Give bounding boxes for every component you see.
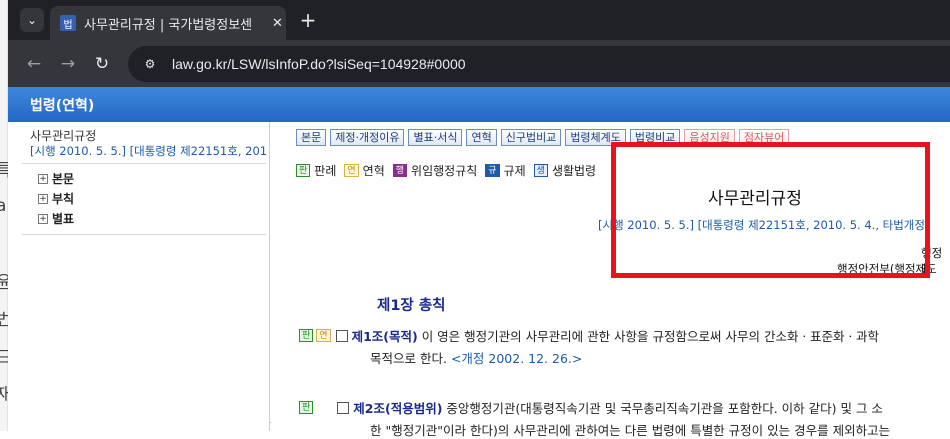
regulation-badge-icon: 규 [485,164,500,177]
sidebar-law-name[interactable]: 사무관리규정 [30,127,96,144]
legend-label: 생활법령 [551,164,597,178]
site-info-icon[interactable]: ⚙ [140,54,160,74]
forward-arrow-icon[interactable]: → [56,52,80,76]
precedent-badge-icon[interactable]: 판 [299,401,314,414]
tree-item-tables[interactable]: + 별표 [38,210,74,227]
law-content: 본문 제정·개정이유 별표·서식 연혁 신구법비교 법령체계도 법령비교 음성지… [271,122,950,438]
page-header: 법령(연혁) [8,87,950,122]
url-text[interactable]: law.go.kr/LSW/lsInfoP.do?lsiSeq=104928#0… [172,56,466,72]
btn-tables-forms[interactable]: 별표·서식 [408,129,463,146]
highlight-box [611,142,930,278]
tree-item-main-text[interactable]: + 본문 [38,170,74,187]
tree-item-addenda[interactable]: + 부칙 [38,190,74,207]
expand-icon[interactable]: + [38,193,48,204]
page-title: 법령(연혁) [30,98,95,114]
living-law-badge-icon: 생 [533,164,548,177]
address-bar[interactable]: ⚙ law.go.kr/LSW/lsInfoP.do?lsiSeq=104928… [128,46,950,82]
article-text: 중앙행정기관(대통령직속기관 및 국무총리직속기관을 포함한다. 이하 같다) … [446,401,883,416]
tree-item-label: 별표 [52,212,75,226]
btn-history[interactable]: 연혁 [466,129,497,146]
expand-icon[interactable]: + [38,213,48,224]
site-favicon-icon: 법 [60,15,76,31]
article-continuation: 한 "행정기관"이라 한다)의 사무관리에 관하여는 다른 법령에 특별한 규정… [370,420,890,439]
legend-label: 규제 [503,164,526,178]
article-row: 판 연 제1조(목적) 이 영은 행정기관의 사무관리에 관한 사항을 규정함으… [299,326,879,345]
browser-tab-active[interactable]: 법 사무관리규정 | 국가법령정보센 ✕ [50,6,286,40]
btn-main-text[interactable]: 본문 [296,129,327,146]
chevron-down-icon: ⌄ [26,13,38,27]
tree-item-label: 부칙 [52,192,75,206]
back-arrow-icon[interactable]: ← [22,52,46,76]
legend-label: 판례 [314,164,337,178]
tree-item-label: 본문 [52,172,75,186]
browser-toolbar: ← → ↻ ⚙ law.go.kr/LSW/lsInfoP.do?lsiSeq=… [8,40,950,87]
divider [22,234,266,235]
article-continuation: 목적으로 한다. <개정 2002. 12. 26.> [370,348,582,367]
bg-glyph: l [0,232,1,252]
legend-label: 연혁 [362,164,385,178]
article-heading[interactable]: 제2조(적용범위) [353,398,442,417]
legend: 판 판례 연 연혁 행 위임행정규칙 규 규제 생 생활법령 [296,162,604,179]
btn-old-new-compare[interactable]: 신구법비교 [500,129,562,146]
tab-strip: ⌄ 법 사무관리규정 | 국가법령정보센 ✕ + [8,0,950,40]
history-badge-icon[interactable]: 연 [316,329,331,342]
tab-search-button[interactable]: ⌄ [20,8,44,32]
history-badge-icon: 연 [344,164,359,177]
amendment-link[interactable]: <개정 2002. 12. 26.> [451,351,582,366]
browser-chrome: ⌄ 법 사무관리규정 | 국가법령정보센 ✕ + ← → ↻ ⚙ law.go.… [8,0,950,87]
article-text: 이 영은 행정기관의 사무관리에 관한 사항을 규정함으로써 사무의 간소화ㆍ표… [421,329,879,344]
article-checkbox[interactable] [335,329,348,342]
article-row: 판 제2조(적용범위) 중앙행정기관(대통령직속기관 및 국무총리직속기관을 포… [299,398,883,417]
legend-label: 위임행정규칙 [411,164,478,178]
article-text: 목적으로 한다. [370,351,447,366]
toc-sidebar: 사무관리규정 [시행 2010. 5. 5.] [대통령령 제22151호, 2… [8,122,284,431]
background-window-edge: 특 a l 윤 번 드 재 [0,0,12,431]
divider [22,163,266,164]
bg-glyph: a [0,196,7,216]
expand-icon[interactable]: + [38,173,48,184]
btn-revision-reason[interactable]: 제정·개정이유 [330,129,405,146]
tab-title: 사무관리규정 | 국가법령정보센 [84,17,253,33]
admin-rule-badge-icon: 행 [392,164,408,177]
new-tab-button[interactable]: + [294,8,322,32]
article-checkbox[interactable] [337,401,350,414]
precedent-badge-icon: 판 [296,164,311,177]
chapter-heading: 제1장 총칙 [377,298,446,314]
close-icon[interactable]: ✕ [272,16,283,31]
precedent-badge-icon[interactable]: 판 [299,329,314,342]
article-heading[interactable]: 제1조(목적) [352,326,418,345]
sidebar-law-date: [시행 2010. 5. 5.] [대통령령 제22151호, 201 [30,144,268,158]
reload-icon[interactable]: ↻ [90,52,114,76]
